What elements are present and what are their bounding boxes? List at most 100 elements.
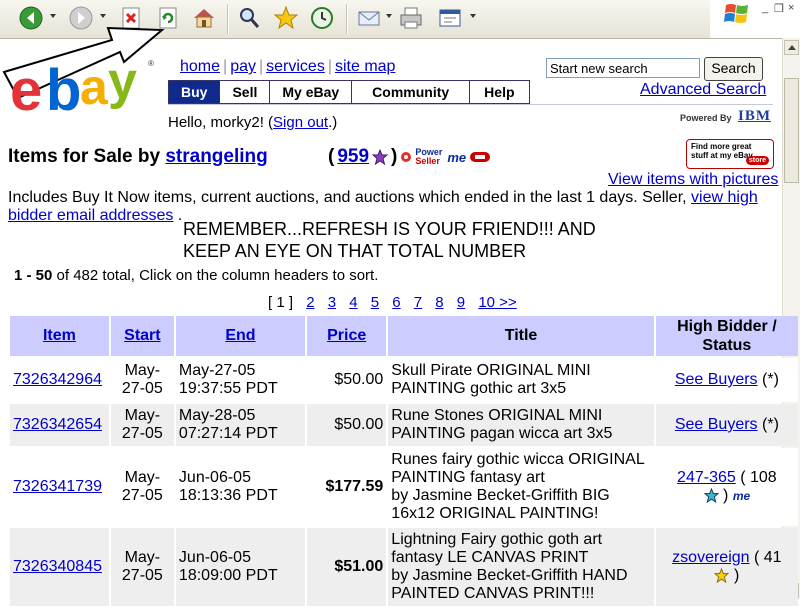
end-date-day: May-27-05 xyxy=(178,362,256,379)
pay-link[interactable]: pay xyxy=(230,58,256,75)
page-link[interactable]: 2 xyxy=(306,294,314,311)
page-current: [ 1 ] xyxy=(268,294,294,311)
next-pages-link[interactable]: 10 >> xyxy=(478,294,516,311)
svg-text:y: y xyxy=(108,54,137,110)
page-title: Items for Sale by strangeling xyxy=(8,146,268,168)
seller-link[interactable]: strangeling xyxy=(165,146,267,167)
store-icon[interactable] xyxy=(469,151,491,163)
column-header-start[interactable]: Start xyxy=(110,316,174,356)
price: $50.00 xyxy=(307,404,387,446)
store-badge-label: store xyxy=(745,156,769,165)
scroll-up-button[interactable] xyxy=(784,40,799,55)
page-link[interactable]: 9 xyxy=(457,294,465,311)
price: $51.00 xyxy=(307,528,387,606)
see-buyers-link[interactable]: See Buyers xyxy=(675,416,758,433)
refresh-icon[interactable] xyxy=(155,5,181,31)
tab-community[interactable]: Community xyxy=(352,80,471,104)
sign-out-link[interactable]: Sign out xyxy=(273,114,328,131)
svg-text:e: e xyxy=(10,58,41,116)
end-date: May-28-05 07:27:14 PDT xyxy=(175,404,306,446)
home-link[interactable]: home xyxy=(180,58,220,75)
includes-description: Includes Buy It Now items, current aucti… xyxy=(8,189,687,206)
tab-my-ebay[interactable]: My eBay xyxy=(270,80,353,104)
start-date: May-27-05 xyxy=(110,528,174,606)
high-bidder-cell: See Buyers (*) xyxy=(655,358,798,402)
forward-dropdown-icon[interactable] xyxy=(100,14,106,18)
item-number-link[interactable]: 7326341739 xyxy=(13,478,102,495)
page-link[interactable]: 7 xyxy=(414,294,422,311)
search-icon[interactable] xyxy=(236,5,262,31)
teal-star-icon[interactable] xyxy=(703,487,719,504)
table-row: 7326340845 May-27-05 Jun-06-05 18:09:00 P… xyxy=(10,528,798,606)
ebay-logo[interactable]: e b a y ® xyxy=(8,54,158,116)
column-header-price[interactable]: Price xyxy=(307,316,387,356)
bidder-link[interactable]: zsovereign xyxy=(672,549,749,566)
end-date: Jun-06-05 18:09:00 PDT xyxy=(175,528,306,606)
edit-dropdown-icon[interactable] xyxy=(470,14,476,18)
edit-icon[interactable] xyxy=(437,5,463,31)
toolbar-separator xyxy=(346,4,348,34)
high-bidder-cell: See Buyers (*) xyxy=(655,404,798,446)
home-icon[interactable] xyxy=(191,5,217,31)
high-bidder-cell: zsovereign ( 41 ) xyxy=(655,528,798,606)
table-row: 7326342964 May-27-05 May-27-05 19:37:55 P… xyxy=(10,358,798,402)
me-badge[interactable]: me xyxy=(447,150,466,165)
result-count-text: of 482 total, Click on the column header… xyxy=(56,267,379,284)
tab-sell[interactable]: Sell xyxy=(220,80,271,104)
greeting: Hello, morky2! (Sign out.) xyxy=(168,114,337,131)
svg-text:®: ® xyxy=(148,59,154,68)
scroll-thumb[interactable] xyxy=(784,78,799,183)
yellow-star-icon[interactable] xyxy=(714,567,730,584)
tab-help[interactable]: Help xyxy=(470,80,530,104)
page-link[interactable]: 8 xyxy=(435,294,443,311)
store-badge[interactable]: Find more great stuff at my eBay store xyxy=(686,139,774,169)
print-icon[interactable] xyxy=(398,5,424,31)
end-date-time: 18:09:00 PDT xyxy=(178,567,278,584)
me-badge[interactable]: me xyxy=(733,489,750,503)
ibm-logo[interactable]: IBM xyxy=(738,108,771,125)
see-buyers-link[interactable]: See Buyers xyxy=(675,371,758,388)
purple-star-icon[interactable] xyxy=(372,149,389,165)
mail-dropdown-icon[interactable] xyxy=(386,14,392,18)
end-date-day: May-28-05 xyxy=(178,407,256,424)
advanced-search-link[interactable]: Advanced Search xyxy=(640,81,766,99)
bidder-link[interactable]: 247-365 xyxy=(677,469,736,486)
page-link[interactable]: 6 xyxy=(392,294,400,311)
link-divider: | xyxy=(258,58,264,75)
stop-icon[interactable] xyxy=(118,5,144,31)
svg-text:a: a xyxy=(80,59,109,115)
view-pictures-link[interactable]: View items with pictures xyxy=(608,171,778,189)
site-map-link[interactable]: site map xyxy=(335,58,395,75)
item-number-link[interactable]: 7326342964 xyxy=(13,371,102,388)
item-number-link[interactable]: 7326340845 xyxy=(13,558,102,575)
bidder-status: (*) xyxy=(762,371,779,388)
feedback-close: ) xyxy=(391,146,398,167)
start-date: May-27-05 xyxy=(110,404,174,446)
item-title-line2: by Jasmine Becket-Griffith BIG 16x12 ORI… xyxy=(391,487,610,522)
minimize-button[interactable]: _ xyxy=(762,2,768,14)
back-icon[interactable] xyxy=(18,5,44,31)
item-number-link[interactable]: 7326342654 xyxy=(13,416,102,433)
tab-buy[interactable]: Buy xyxy=(168,80,221,104)
pagination: [ 1 ] 2 3 4 5 6 7 8 9 10 >> xyxy=(268,294,526,311)
item-title: Lightning Fairy gothic goth art fantasy … xyxy=(388,528,654,606)
page-link[interactable]: 4 xyxy=(349,294,357,311)
page-link[interactable]: 3 xyxy=(328,294,336,311)
power-seller-badge[interactable]: Power Seller xyxy=(415,148,442,166)
restore-button[interactable]: ❐ xyxy=(774,2,784,15)
search-input[interactable] xyxy=(546,58,700,78)
back-dropdown-icon[interactable] xyxy=(50,14,56,18)
forward-icon[interactable] xyxy=(68,5,94,31)
history-icon[interactable] xyxy=(309,5,335,31)
end-date-day: Jun-06-05 xyxy=(178,469,251,486)
favorites-icon[interactable] xyxy=(273,5,299,31)
search-button[interactable]: Search xyxy=(704,57,763,81)
column-header-item[interactable]: Item xyxy=(10,316,109,356)
close-button[interactable]: × xyxy=(788,2,794,14)
column-header-end[interactable]: End xyxy=(175,316,306,356)
seller-badges: ( 959 ) Power Seller me xyxy=(328,146,491,168)
services-link[interactable]: services xyxy=(266,58,325,75)
mail-icon[interactable] xyxy=(356,5,382,31)
feedback-score-link[interactable]: 959 xyxy=(337,146,369,168)
page-link[interactable]: 5 xyxy=(371,294,379,311)
